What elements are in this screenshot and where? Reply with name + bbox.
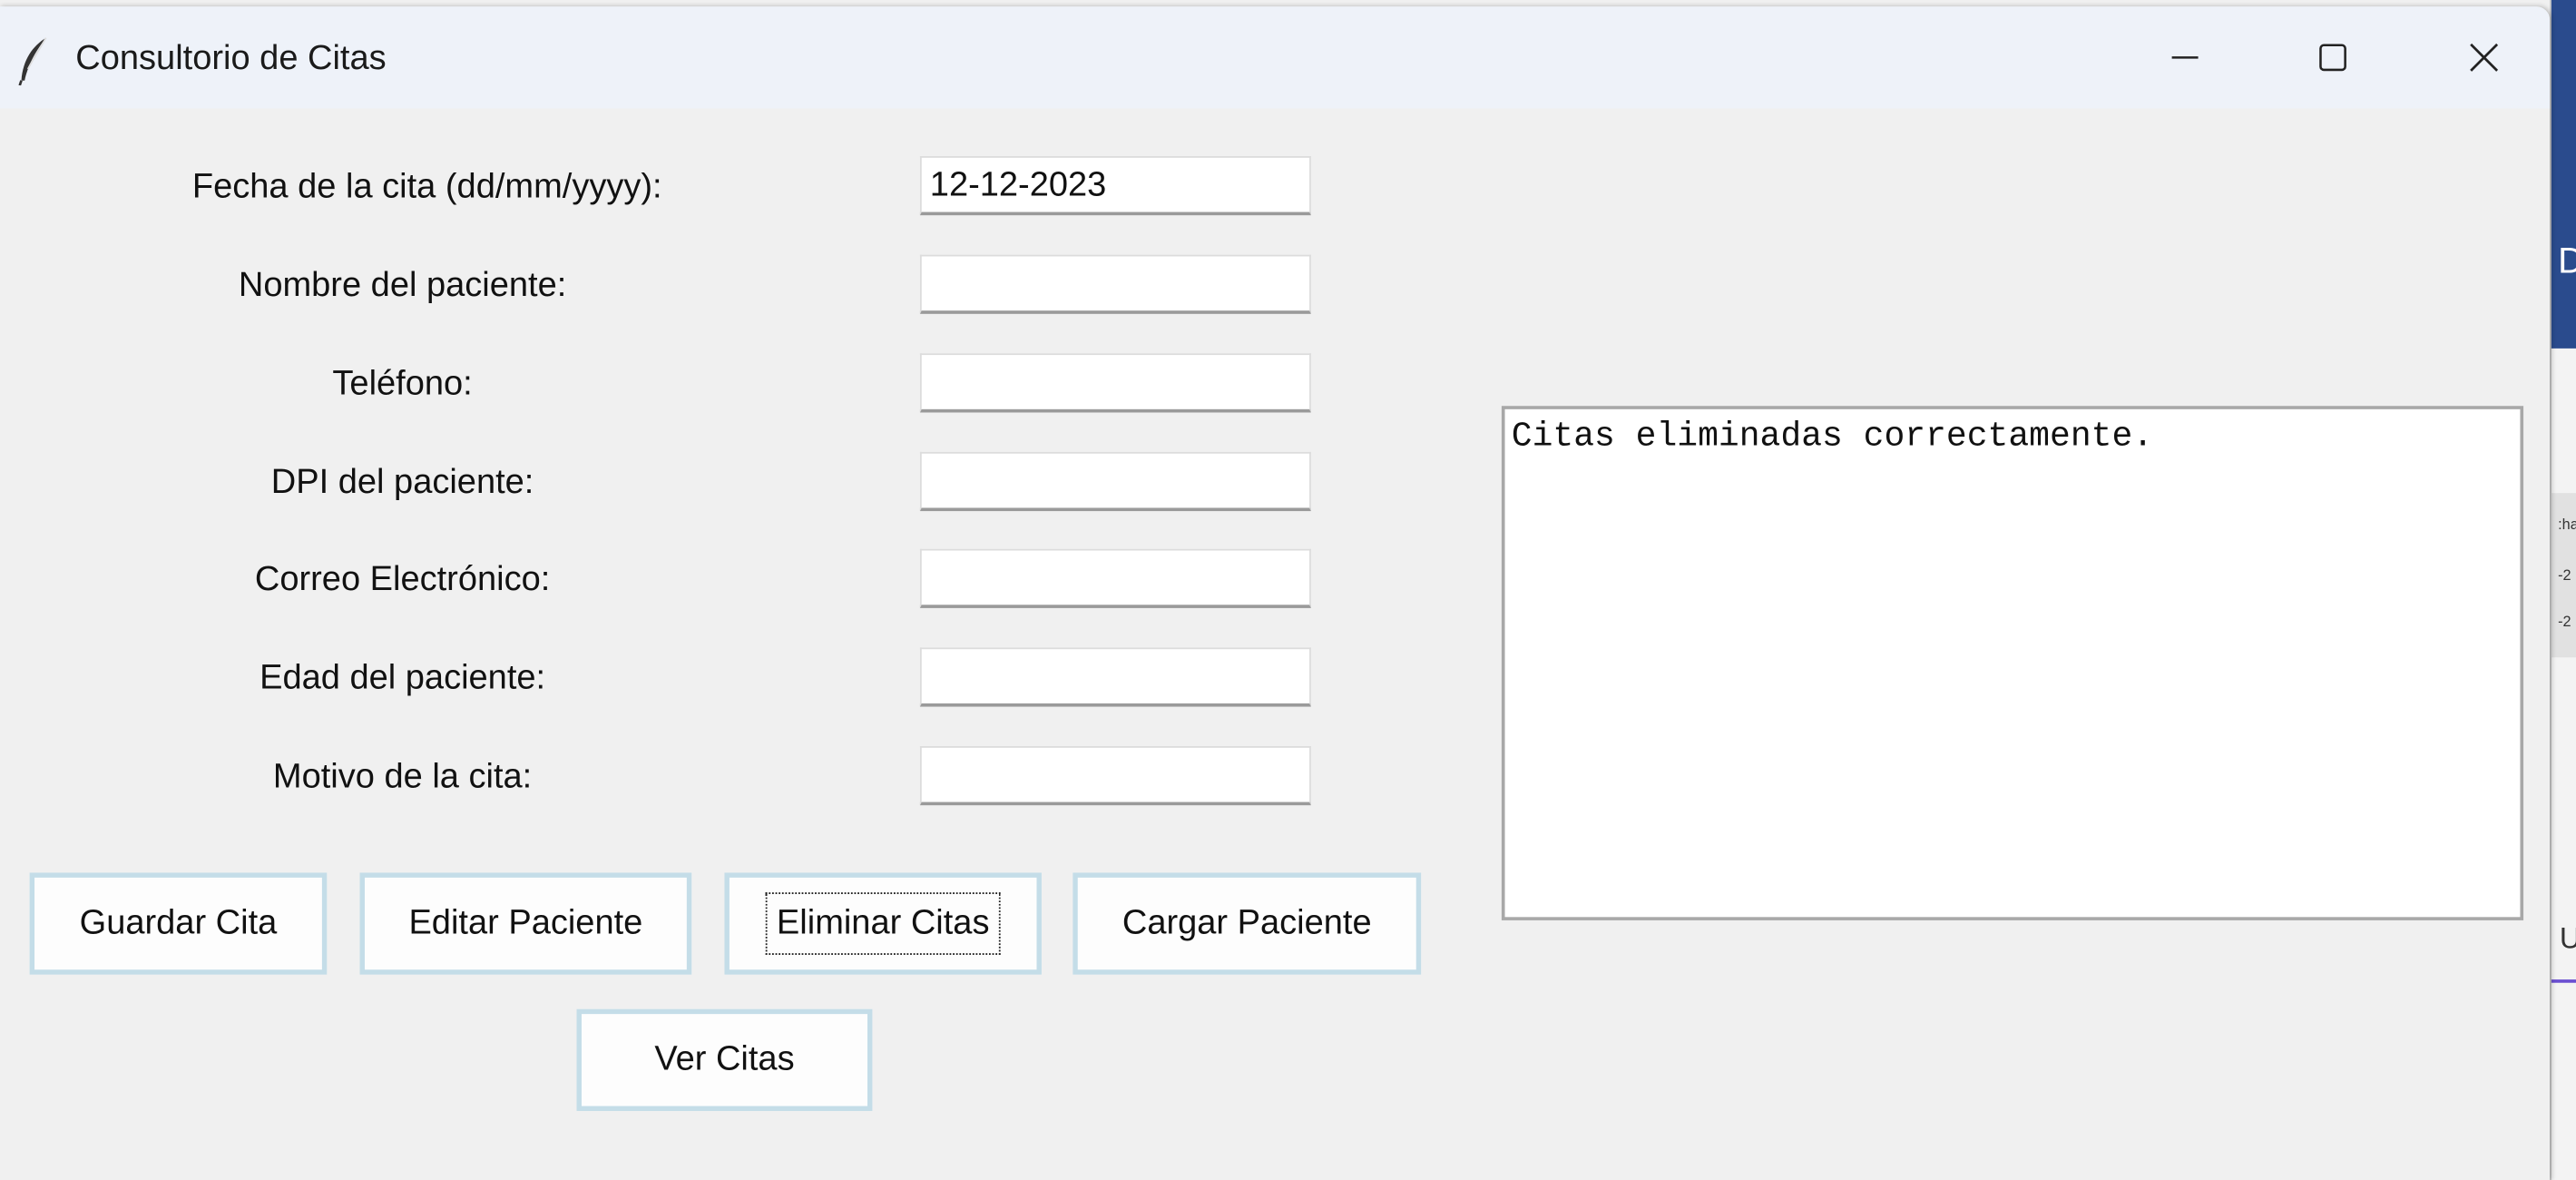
edad-input[interactable] — [919, 647, 1311, 707]
app-window: Consultorio de Citas Fecha de la cita (d… — [0, 6, 2551, 1180]
editar-paciente-button[interactable]: Editar Paciente — [359, 872, 692, 975]
label-motivo: Motivo de la cita: — [272, 757, 533, 796]
background-partial-letter: U — [2560, 922, 2576, 957]
background-window: D :ha -2 -2 U — [2550, 0, 2576, 1180]
guardar-cita-button[interactable]: Guardar Cita — [29, 872, 328, 975]
close-icon — [2470, 43, 2499, 72]
eliminar-citas-label: Eliminar Citas — [765, 892, 1002, 955]
cargar-paciente-label: Cargar Paciente — [1121, 903, 1372, 942]
background-partial-letter: D — [2558, 240, 2576, 282]
background-snippet: -2 — [2558, 613, 2571, 630]
label-fecha: Fecha de la cita (dd/mm/yyyy): — [191, 167, 662, 206]
ver-citas-label: Ver Citas — [654, 1040, 795, 1078]
telefono-input[interactable] — [919, 353, 1311, 413]
label-nombre: Nombre del paciente: — [238, 266, 567, 304]
close-button[interactable] — [2408, 6, 2560, 108]
maximize-icon — [2319, 44, 2346, 72]
background-snippet: :ha — [2558, 516, 2576, 533]
title-bar[interactable]: Consultorio de Citas — [0, 6, 2551, 109]
correo-input[interactable] — [919, 548, 1311, 608]
cargar-paciente-button[interactable]: Cargar Paciente — [1073, 872, 1422, 975]
minimize-button[interactable] — [2110, 6, 2261, 108]
label-correo: Correo Electrónico: — [254, 560, 551, 599]
background-tab-underline — [2551, 979, 2576, 983]
label-telefono: Teléfono: — [332, 364, 473, 403]
dpi-input[interactable] — [919, 451, 1311, 512]
eliminar-citas-button[interactable]: Eliminar Citas — [724, 872, 1042, 975]
label-dpi: DPI del paciente: — [270, 463, 534, 502]
guardar-cita-label: Guardar Cita — [79, 903, 278, 942]
background-snippet: -2 — [2558, 566, 2571, 584]
maximize-button[interactable] — [2258, 6, 2409, 108]
output-textarea[interactable]: Citas eliminadas correctamente. — [1501, 406, 2524, 920]
screen: D :ha -2 -2 U Consultorio de Citas — [0, 0, 2576, 1180]
feather-icon — [18, 37, 47, 86]
ver-citas-button[interactable]: Ver Citas — [576, 1008, 873, 1111]
label-edad: Edad del paciente: — [260, 659, 546, 697]
motivo-input[interactable] — [919, 746, 1311, 806]
fecha-input[interactable] — [919, 156, 1311, 216]
editar-paciente-label: Editar Paciente — [408, 903, 643, 942]
nombre-input[interactable] — [919, 254, 1311, 314]
window-title: Consultorio de Citas — [75, 39, 387, 78]
minimize-icon — [2171, 56, 2199, 59]
